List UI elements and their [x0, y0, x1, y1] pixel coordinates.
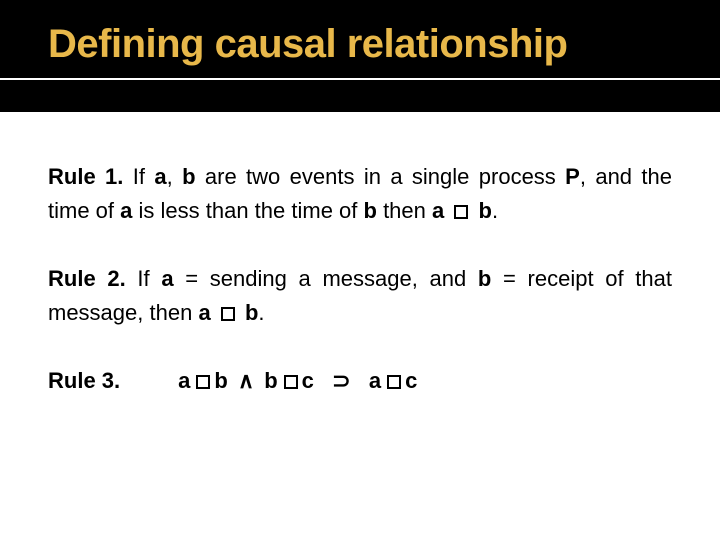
rule-1-t11: then	[377, 198, 432, 223]
rule-2: Rule 2. If a = sending a message, and b …	[48, 262, 672, 330]
precedes-icon	[196, 375, 210, 389]
rule-1-t1: If	[123, 164, 154, 189]
rule-2-dot: .	[258, 300, 264, 325]
rule-1-b3: b	[479, 198, 492, 223]
rule-1-t9: is less than the time of	[132, 198, 363, 223]
rule-3-label: Rule 3.	[48, 364, 120, 398]
rule-3: Rule 3. ab ∧ bc ⊃ ac	[48, 364, 672, 398]
precedes-icon	[221, 307, 235, 321]
slide-title: Defining causal relationship	[48, 22, 567, 67]
rule-1-a3: a	[432, 198, 444, 223]
title-band: Defining causal relationship	[0, 0, 720, 112]
r3-c2: c	[405, 368, 419, 393]
rule-1-t3: ,	[167, 164, 182, 189]
wedge-icon: ∧	[238, 368, 256, 393]
rule-2-t3: = sending a message, and	[174, 266, 478, 291]
r3-b2: b	[264, 368, 279, 393]
rule-1-b: b	[182, 164, 195, 189]
rule-1-a: a	[154, 164, 166, 189]
rule-2-a: a	[161, 266, 173, 291]
rule-2-t1: If	[126, 266, 162, 291]
r3-a1: a	[178, 368, 192, 393]
precedes-icon	[387, 375, 401, 389]
rule-1-b2: b	[364, 198, 377, 223]
rule-1-p: P	[565, 164, 580, 189]
rule-2-b2: b	[245, 300, 258, 325]
rule-2-a2: a	[198, 300, 210, 325]
rule-3-expression: ab ∧ bc ⊃ ac	[178, 364, 419, 398]
title-underline	[0, 78, 720, 80]
rule-2-label: Rule 2.	[48, 266, 126, 291]
rule-1: Rule 1. If a, b are two events in a sing…	[48, 160, 672, 228]
rule-2-b: b	[478, 266, 491, 291]
precedes-icon	[284, 375, 298, 389]
r3-a2: a	[369, 368, 383, 393]
rule-1-a2: a	[120, 198, 132, 223]
implies-icon: ⊃	[332, 368, 352, 393]
r3-b1: b	[214, 368, 229, 393]
rule-1-sp1	[444, 198, 450, 223]
rule-2-sp1	[211, 300, 217, 325]
rule-1-dot: .	[492, 198, 498, 223]
slide-content: Rule 1. If a, b are two events in a sing…	[0, 112, 720, 398]
rule-1-t5: are two events in a single process	[196, 164, 566, 189]
r3-c1: c	[302, 368, 316, 393]
precedes-icon	[454, 205, 468, 219]
rule-1-label: Rule 1.	[48, 164, 123, 189]
